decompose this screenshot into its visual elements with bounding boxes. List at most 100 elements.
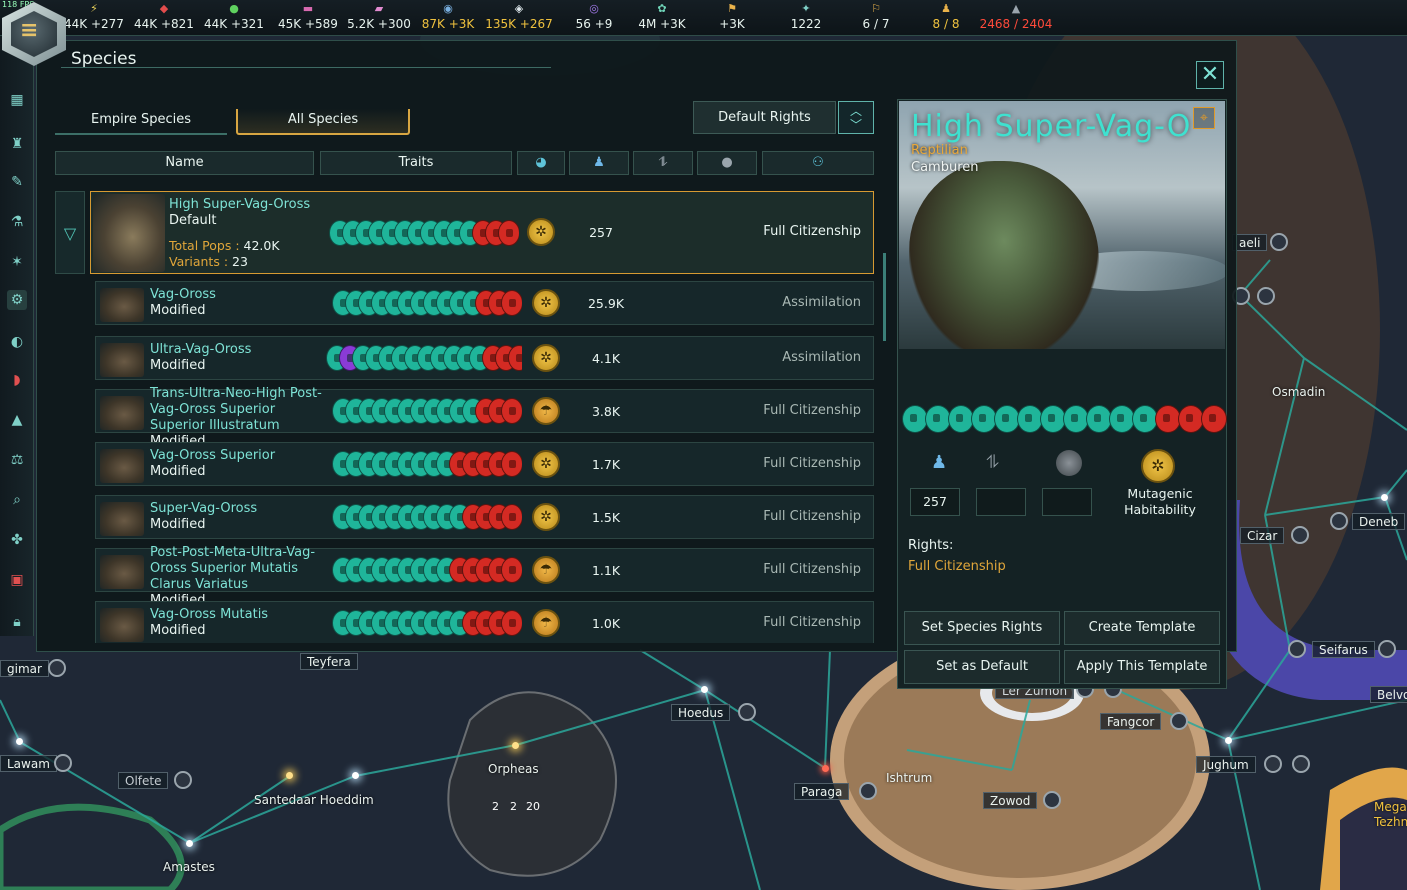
- species-rights[interactable]: Full Citizenship: [763, 615, 861, 630]
- system-label-osmadin[interactable]: Osmadin: [1266, 384, 1331, 401]
- trait-icons[interactable]: [332, 504, 522, 530]
- column-header-rights[interactable]: ⚇: [762, 151, 874, 175]
- resource-envoys[interactable]: ♟ 8 / 8: [918, 2, 974, 34]
- species-rights[interactable]: Full Citizenship: [763, 403, 861, 418]
- starbase-icon[interactable]: [1264, 755, 1282, 773]
- resource-consumer-goods[interactable]: ▰ 5.2K +300: [346, 2, 412, 34]
- resource-unity[interactable]: ◈ 135K +267: [484, 2, 554, 34]
- trait-icons[interactable]: [332, 610, 522, 636]
- trait-icons[interactable]: [332, 557, 522, 583]
- habitability-icon[interactable]: ✲: [1141, 449, 1175, 483]
- species-rights[interactable]: Full Citizenship: [763, 562, 861, 577]
- habitability-icon[interactable]: ✲: [532, 503, 560, 531]
- system-label-orpheas[interactable]: Orpheas: [482, 761, 545, 778]
- star[interactable]: [16, 738, 23, 745]
- set-species-rights-button[interactable]: Set Species Rights: [904, 611, 1060, 645]
- starbase-icon[interactable]: [174, 771, 192, 789]
- tab-empire-species[interactable]: Empire Species: [55, 109, 227, 135]
- species-rights[interactable]: Full Citizenship: [763, 224, 861, 239]
- galactic-community-icon[interactable]: ▣: [7, 570, 27, 590]
- starbase-icon[interactable]: [738, 703, 756, 721]
- trait-icons[interactable]: [332, 451, 522, 477]
- species-row[interactable]: Vag-Oross Mutatis Modified ☂ 1.0K Full C…: [95, 601, 874, 643]
- resource-energy[interactable]: ⚡ 44K +277: [64, 2, 124, 34]
- market-icon[interactable]: ⚖: [7, 450, 27, 470]
- trait-icons[interactable]: [329, 220, 519, 246]
- column-header-name[interactable]: Name: [55, 151, 314, 175]
- column-header-genetics[interactable]: ⥮: [633, 151, 693, 175]
- habitability-icon[interactable]: ☂: [532, 556, 560, 584]
- system-label-gimar[interactable]: gimar: [0, 660, 49, 677]
- create-template-button[interactable]: Create Template: [1064, 611, 1220, 645]
- detail-species-name[interactable]: High Super-Vag-O: [911, 109, 1191, 144]
- lock-icon[interactable]: 🔒︎: [7, 612, 27, 632]
- starbase-icon[interactable]: [1043, 791, 1061, 809]
- resource-planets[interactable]: ✦ 1222: [778, 2, 834, 34]
- situation-log-icon[interactable]: ✎: [7, 172, 27, 192]
- star[interactable]: [1225, 737, 1232, 744]
- fleet-manager-icon[interactable]: ▲: [7, 410, 27, 430]
- starbase-icon[interactable]: [1257, 287, 1275, 305]
- starbase-icon[interactable]: [48, 659, 66, 677]
- resource-fleet[interactable]: ▲ 2468 / 2404: [976, 2, 1056, 34]
- apply-template-button[interactable]: Apply This Template: [1064, 650, 1220, 684]
- species-rights[interactable]: Assimilation: [782, 295, 861, 310]
- resource-minerals[interactable]: ◆ 44K +821: [134, 2, 194, 34]
- trait-icons[interactable]: [326, 345, 522, 371]
- system-label-teyfera[interactable]: Teyfera: [300, 653, 358, 670]
- system-label-seifarus[interactable]: Seifarus: [1312, 641, 1375, 658]
- resource-starbases[interactable]: ⚐ 6 / 7: [848, 2, 904, 34]
- star[interactable]: [701, 686, 708, 693]
- starbase-icon[interactable]: [1330, 512, 1348, 530]
- close-button[interactable]: ✕: [1196, 61, 1224, 89]
- star[interactable]: [1381, 494, 1388, 501]
- technology-icon[interactable]: ⚗: [7, 212, 27, 232]
- resource-research[interactable]: ◎ 56 +9: [568, 2, 620, 34]
- list-scrollbar[interactable]: [883, 253, 886, 341]
- star[interactable]: [186, 840, 193, 847]
- rename-button[interactable]: ⌖: [1193, 107, 1215, 129]
- starbase-icon[interactable]: [1292, 755, 1310, 773]
- habitability-icon[interactable]: ✲: [527, 218, 555, 246]
- set-as-default-button[interactable]: Set as Default: [904, 650, 1060, 684]
- starbase-icon[interactable]: [1378, 640, 1396, 658]
- resource-alloys[interactable]: ▬ 45K +589: [276, 2, 340, 34]
- starbase-icon[interactable]: [1288, 640, 1306, 658]
- system-label-fangcor[interactable]: Fangcor: [1100, 713, 1162, 730]
- habitability-icon[interactable]: ☂: [532, 609, 560, 637]
- contacts-icon[interactable]: ▦: [7, 90, 27, 110]
- habitability-icon[interactable]: ☂: [532, 397, 560, 425]
- system-label-paraga[interactable]: Paraga: [794, 783, 850, 800]
- system-label-mega-tezhn[interactable]: Mega Tezhn: [1368, 800, 1407, 834]
- star[interactable]: [512, 742, 519, 749]
- trait-icons[interactable]: [332, 290, 522, 316]
- system-label-ishtrum[interactable]: Ishtrum: [880, 770, 938, 787]
- species-row[interactable]: Vag-Oross Modified ✲ 25.9K Assimilation: [95, 281, 874, 325]
- collapse-group-button[interactable]: ▽: [55, 191, 85, 274]
- resource-stability[interactable]: ⚑ +3K: [706, 2, 758, 34]
- system-label-hoedus[interactable]: Hoedus: [671, 704, 731, 721]
- species-row[interactable]: Post-Post-Meta-Ultra-Vag-Oross Superior …: [95, 545, 874, 608]
- planets-list-icon[interactable]: ◐: [7, 332, 27, 352]
- sort-toggle-button[interactable]: ︿ ﹀: [838, 101, 874, 134]
- factions-icon[interactable]: ✤: [7, 530, 27, 550]
- system-label-olfete[interactable]: Olfete: [118, 772, 169, 789]
- species-row[interactable]: Vag-Oross Superior Modified ✲ 1.7K Full …: [95, 442, 874, 486]
- trait-icons[interactable]: [332, 398, 522, 424]
- system-label-jughum[interactable]: Jughum: [1196, 756, 1256, 773]
- species-list[interactable]: ▽ High Super-Vag-Oross Default Total Pop…: [55, 191, 875, 643]
- policies-icon[interactable]: ✶: [7, 252, 27, 272]
- system-label-zowod[interactable]: Zowod: [983, 792, 1038, 809]
- species-row[interactable]: Trans-Ultra-Neo-High Post-Vag-Oross Supe…: [95, 386, 874, 449]
- tab-all-species[interactable]: All Species: [236, 109, 410, 135]
- resource-food[interactable]: ● 44K +321: [204, 2, 264, 34]
- habitability-icon[interactable]: ✲: [532, 450, 560, 478]
- default-rights-button[interactable]: Default Rights: [693, 101, 836, 134]
- species-row[interactable]: Ultra-Vag-Oross Modified ✲ 4.1K Assimila…: [95, 336, 874, 380]
- resource-amenities[interactable]: ✿ 4M +3K: [630, 2, 694, 34]
- government-icon[interactable]: ♜: [7, 134, 27, 154]
- resource-influence[interactable]: ◉ 87K +3K: [418, 2, 478, 34]
- detail-trait-icons[interactable]: [902, 405, 1227, 435]
- system-label-amastes[interactable]: Amastes: [157, 859, 221, 876]
- species-row[interactable]: High Super-Vag-Oross Default Total Pops …: [90, 191, 874, 274]
